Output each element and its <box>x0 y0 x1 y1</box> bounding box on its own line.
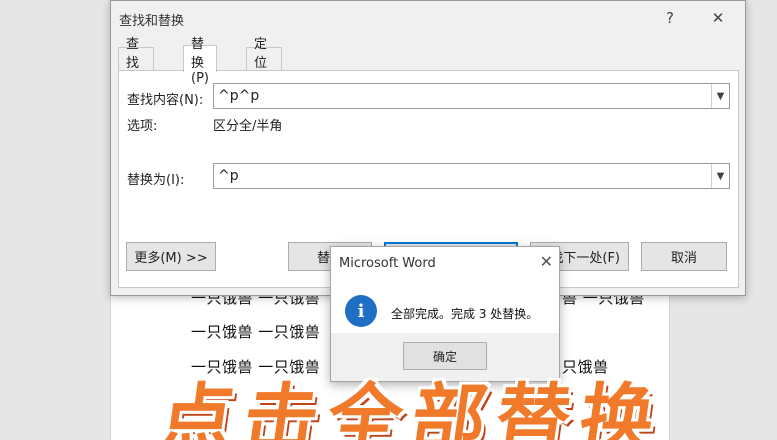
tab-find[interactable]: 查找(D) <box>118 37 155 86</box>
message-box-header: Microsoft Word ✕ <box>331 247 559 280</box>
tab-replace[interactable]: 替换(P) <box>183 37 217 86</box>
chevron-down-icon[interactable]: ▼ <box>711 84 729 108</box>
options-value: 区分全/半角 <box>213 119 283 134</box>
replace-with-label: 替换为(I): <box>127 173 185 188</box>
cancel-button[interactable]: 取消 <box>641 242 727 271</box>
document-line: 一只饿兽 一只饿兽 <box>191 358 321 376</box>
more-button[interactable]: 更多(M) >> <box>126 242 216 271</box>
dialog-title: 查找和替换 <box>119 14 185 29</box>
info-icon: i <box>345 295 377 327</box>
find-what-label: 查找内容(N): <box>127 93 204 108</box>
chevron-down-icon[interactable]: ▼ <box>711 164 729 188</box>
replace-with-value: ^p <box>218 168 239 184</box>
options-label: 选项: <box>127 119 158 134</box>
message-box-close-button[interactable]: ✕ <box>540 252 553 271</box>
ok-button[interactable]: 确定 <box>403 342 487 370</box>
find-what-value: ^p^p <box>218 88 260 104</box>
help-button[interactable]: ? <box>657 7 683 29</box>
message-box-title: Microsoft Word <box>339 256 436 271</box>
message-box: Microsoft Word ✕ i 全部完成。完成 3 处替换。 确定 <box>330 246 560 382</box>
document-line: 一只饿兽 一只饿兽 <box>191 323 321 341</box>
find-what-input[interactable]: ^p^p ▼ <box>213 83 730 109</box>
document-line: 只饿兽 <box>562 358 609 376</box>
replace-with-input[interactable]: ^p ▼ <box>213 163 730 189</box>
overlay-caption: 点击全部替换 <box>150 378 670 440</box>
close-button[interactable]: ✕ <box>705 7 731 29</box>
tab-goto[interactable]: 定位(G) <box>246 37 283 86</box>
message-box-body: i 全部完成。完成 3 处替换。 <box>331 280 559 333</box>
message-text: 全部完成。完成 3 处替换。 <box>391 307 539 321</box>
caption-text: 点击全部替换 <box>153 378 670 440</box>
